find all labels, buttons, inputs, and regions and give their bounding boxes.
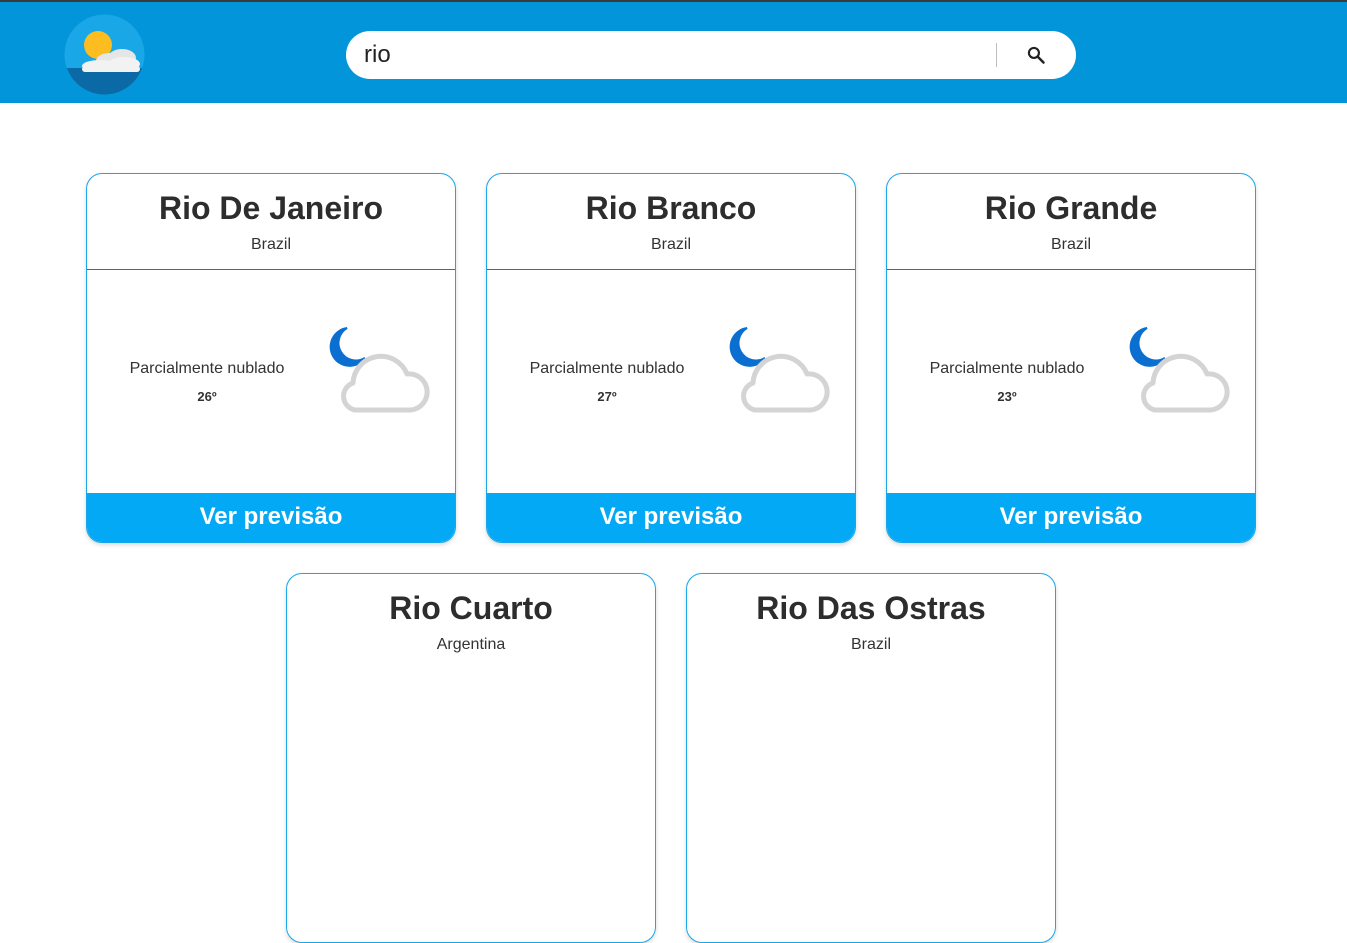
forecast-button[interactable]: Ver previsão [887,493,1255,542]
city-card: Rio Das Ostras Brazil [686,573,1056,943]
city-card: Rio Grande Brazil Parcialmente nublado 2… [886,173,1256,543]
city-card: Rio Cuarto Argentina [286,573,656,943]
app-header [0,2,1347,103]
weather-condition: Parcialmente nublado [929,360,1085,377]
weather-condition: Parcialmente nublado [129,360,285,377]
card-divider [887,269,1255,270]
search-input[interactable] [364,41,984,69]
search-icon [1027,46,1045,64]
partly-cloudy-night-icon [723,324,833,416]
city-name: Rio Grande [984,190,1158,226]
app-logo-icon[interactable] [64,14,145,95]
temperature: 23º [997,389,1017,404]
city-name: Rio Das Ostras [756,590,986,626]
temperature: 26º [197,389,217,404]
country-name: Brazil [850,636,891,653]
city-name: Rio Branco [585,190,757,226]
search-button[interactable] [1018,41,1054,69]
search-divider [996,43,997,67]
forecast-button[interactable]: Ver previsão [487,493,855,542]
temperature: 27º [597,389,617,404]
partly-cloudy-night-icon [1123,324,1233,416]
partly-cloudy-night-icon [323,324,433,416]
city-name: Rio De Janeiro [158,190,384,226]
search-bar [346,31,1076,79]
country-name: Brazil [250,236,291,253]
country-name: Brazil [1050,236,1091,253]
card-divider [87,269,455,270]
weather-condition: Parcialmente nublado [529,360,685,377]
forecast-button[interactable]: Ver previsão [87,493,455,542]
city-card: Rio Branco Brazil Parcialmente nublado 2… [486,173,856,543]
city-card: Rio De Janeiro Brazil Parcialmente nubla… [86,173,456,543]
card-divider [487,269,855,270]
country-name: Argentina [436,636,506,653]
country-name: Brazil [650,236,691,253]
city-name: Rio Cuarto [389,590,553,626]
